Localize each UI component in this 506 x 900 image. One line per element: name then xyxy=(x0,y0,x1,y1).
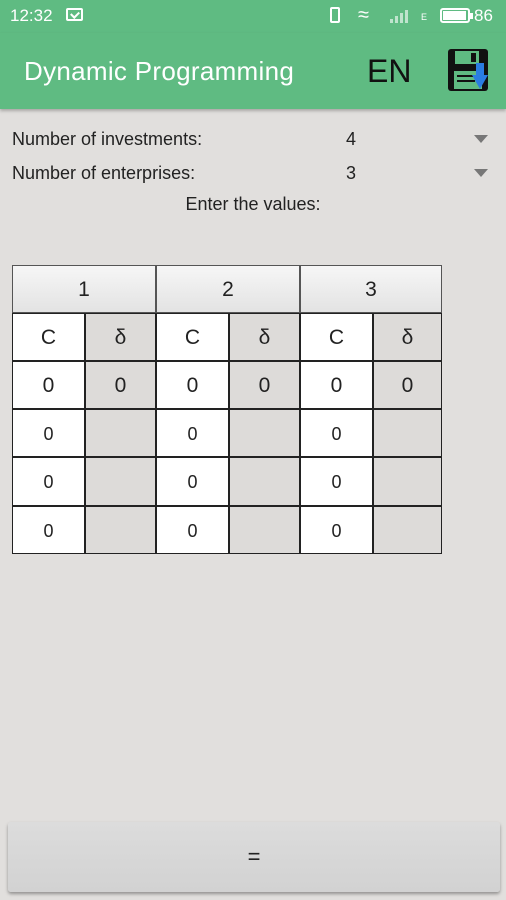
battery-icon xyxy=(440,8,473,23)
enterprise-header-2: 2 xyxy=(156,265,300,313)
delta-column-header: δ xyxy=(229,313,300,361)
chevron-down-icon[interactable] xyxy=(474,135,488,143)
floppy-disk-download-icon[interactable] xyxy=(446,47,490,93)
delta-value-cell xyxy=(229,457,300,506)
delta-value-cell xyxy=(373,457,442,506)
investments-row[interactable]: Number of investments: 4 xyxy=(12,129,494,153)
investments-label: Number of investments: xyxy=(12,129,203,149)
delta-value-cell: 0 xyxy=(229,361,300,409)
c-value-input[interactable]: 0 xyxy=(300,506,373,554)
investments-select[interactable]: 4 xyxy=(346,129,356,150)
delta-value-cell xyxy=(85,409,156,457)
c-value-input[interactable]: 0 xyxy=(12,457,85,506)
enterprise-header-3: 3 xyxy=(300,265,442,313)
c-column-header: C xyxy=(12,313,85,361)
delta-value-cell xyxy=(373,506,442,554)
delta-value-cell xyxy=(229,409,300,457)
c-value-input[interactable]: 0 xyxy=(300,409,373,457)
delta-value-cell xyxy=(373,409,442,457)
c-value-input[interactable]: 0 xyxy=(300,457,373,506)
vibrate-icon xyxy=(330,7,340,23)
delta-value-cell xyxy=(85,457,156,506)
delta-value-cell xyxy=(85,506,156,554)
delta-column-header: δ xyxy=(85,313,156,361)
delta-value-cell: 0 xyxy=(373,361,442,409)
enterprises-label: Number of enterprises: xyxy=(12,163,196,183)
enterprise-header-1: 1 xyxy=(12,265,156,313)
app-title: Dynamic Programming xyxy=(24,56,295,86)
c-value-input[interactable]: 0 xyxy=(12,506,85,554)
enterprises-select[interactable]: 3 xyxy=(346,163,356,184)
language-button[interactable]: EN xyxy=(367,53,411,90)
calculate-button[interactable]: = xyxy=(8,822,500,892)
c-value-input[interactable]: 0 xyxy=(12,409,85,457)
message-notification-icon xyxy=(66,8,83,21)
c-value-input[interactable]: 0 xyxy=(300,361,373,409)
c-value-input[interactable]: 0 xyxy=(156,457,229,506)
wifi-icon: ≈ xyxy=(358,4,369,26)
delta-value-cell: 0 xyxy=(85,361,156,409)
c-column-header: C xyxy=(156,313,229,361)
enterprises-row[interactable]: Number of enterprises: 3 xyxy=(12,163,494,187)
delta-value-cell xyxy=(229,506,300,554)
delta-column-header: δ xyxy=(373,313,442,361)
c-column-header: C xyxy=(300,313,373,361)
values-table: 123CδCδCδ000000000000000 xyxy=(12,265,442,554)
battery-percent: 86 xyxy=(474,6,493,25)
chevron-down-icon[interactable] xyxy=(474,169,488,177)
c-value-input[interactable]: 0 xyxy=(156,361,229,409)
c-value-input[interactable]: 0 xyxy=(156,506,229,554)
c-value-input[interactable]: 0 xyxy=(12,361,85,409)
status-bar: 12:32 ≈ E 86 xyxy=(0,0,506,33)
status-time: 12:32 xyxy=(10,6,53,25)
signal-icon xyxy=(390,9,416,23)
enter-values-hint: Enter the values: xyxy=(185,194,321,214)
network-type: E xyxy=(421,12,428,22)
app-bar: Dynamic Programming EN xyxy=(0,33,506,109)
c-value-input[interactable]: 0 xyxy=(156,409,229,457)
